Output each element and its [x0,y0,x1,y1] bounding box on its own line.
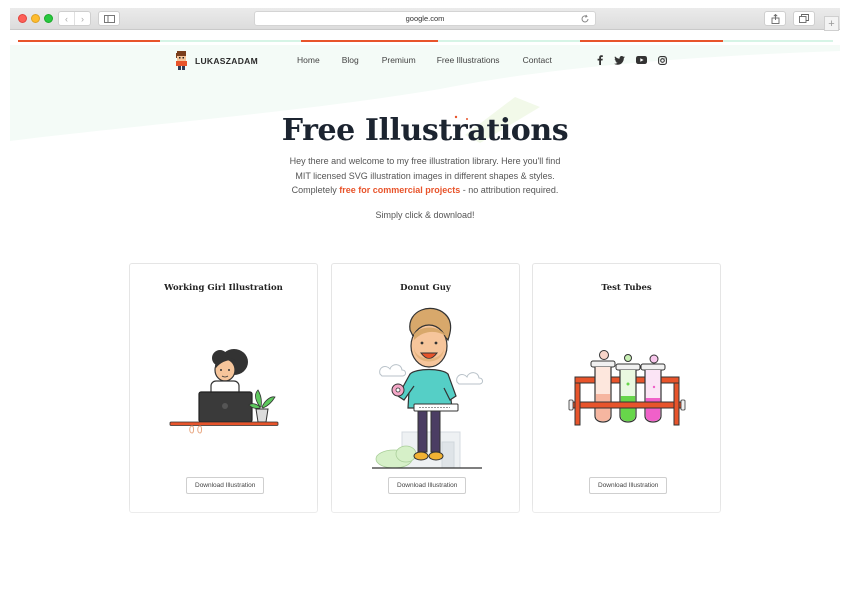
new-tab-button[interactable]: + [824,16,839,31]
show-tabs-button[interactable] [793,11,815,26]
back-button[interactable]: ‹ [59,12,74,25]
nav-link-blog[interactable]: Blog [342,55,359,65]
browser-toolbar: ‹ › google.com [10,8,840,30]
test-tubes-illustration [568,350,686,426]
nav-link-free-illustrations[interactable]: Free Illustrations [437,55,500,65]
download-call-to-action: Simply click & download! [375,210,475,220]
browser-window: ‹ › google.com + LUKASZADAM Home Blog Pr… [10,8,840,591]
commercial-use-highlight: free for commercial projects [339,185,461,195]
logo-text: LUKASZADAM [195,55,258,66]
instagram-icon[interactable] [658,55,667,65]
download-donut-guy-button[interactable]: Download Illustration [388,477,467,494]
donut-guy-illustration [372,307,483,469]
download-working-girl-button[interactable]: Download Illustration [186,477,265,494]
share-icon [771,13,779,24]
hero-intro-text: Completely [291,185,340,195]
maximize-window-button[interactable] [44,14,53,23]
address-bar[interactable]: google.com [254,11,596,26]
top-accent-stripe-6 [723,40,833,42]
forward-button[interactable]: › [74,12,90,25]
card-title: Donut Guy [400,283,451,293]
chevron-left-icon: ‹ [65,13,68,24]
hero-intro-line-3: Completely free for commercial projects … [10,185,840,195]
nav-link-home[interactable]: Home [297,55,320,65]
hero-intro-text-end: - no attribution required. [460,185,559,195]
minimize-window-button[interactable] [31,14,40,23]
top-accent-stripe-3 [301,40,438,42]
facebook-icon[interactable] [597,55,603,65]
site-logo[interactable]: LUKASZADAM [174,51,258,70]
web-page: LUKASZADAM Home Blog Premium Free Illust… [10,31,840,591]
nav-link-premium[interactable]: Premium [382,55,416,65]
illustration-card-working-girl: Working Girl Illustration Download Illus… [129,263,318,513]
close-window-button[interactable] [18,14,27,23]
sidebar-toggle-button[interactable] [98,11,120,26]
avatar-logo-icon [176,51,187,70]
nav-link-contact[interactable]: Contact [523,55,552,65]
top-accent-stripe-4 [438,40,580,42]
card-title: Working Girl Illustration [164,283,283,293]
top-accent-stripe-5 [580,40,723,42]
tabs-icon [799,14,809,23]
hero-intro-line-1: Hey there and welcome to my free illustr… [289,156,561,166]
working-girl-illustration [169,349,279,434]
illustration-card-test-tubes: Test Tubes Download Illustration [532,263,721,513]
share-button[interactable] [764,11,786,26]
history-nav: ‹ › [58,11,91,26]
plus-icon: + [828,17,835,30]
hero-intro-line-2: MIT licensed SVG illustration images in … [295,171,555,181]
main-navigation: Home Blog Premium Free Illustrations Con… [297,55,552,65]
reload-icon[interactable] [580,14,590,24]
hero-title: Free Illustrations [281,113,569,148]
illustration-card-donut-guy: Donut Guy Download Illustration [331,263,520,513]
youtube-icon[interactable] [636,56,647,64]
download-test-tubes-button[interactable]: Download Illustration [589,477,668,494]
top-accent-stripe-1 [18,40,160,42]
url-text: google.com [405,14,445,23]
card-title: Test Tubes [601,283,652,293]
chevron-right-icon: › [81,13,84,24]
sidebar-icon [103,14,115,23]
bottom-fade-overlay [10,503,840,591]
top-accent-stripe-2 [160,40,301,42]
social-links [597,55,667,65]
twitter-icon[interactable] [614,55,625,65]
